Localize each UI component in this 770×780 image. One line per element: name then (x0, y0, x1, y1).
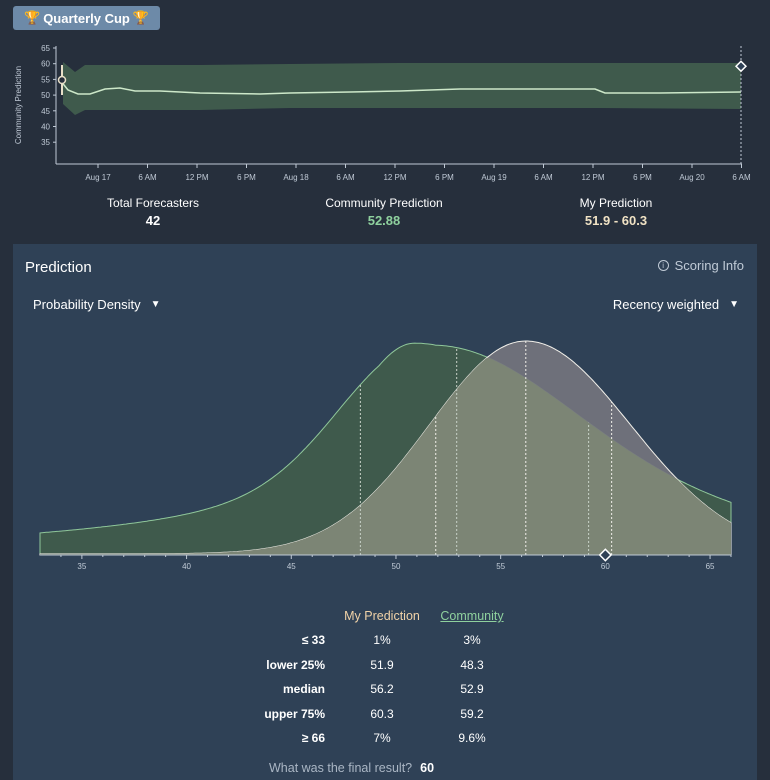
x-tick-label: Aug 17 (85, 173, 111, 182)
weighting-select[interactable]: Recency weighted ▼ (613, 297, 739, 312)
community-range-band (63, 62, 741, 115)
view-mode-select[interactable]: Probability Density ▼ (33, 297, 161, 312)
community-value: 9.6% (458, 731, 486, 745)
x-tick-label: Aug 19 (481, 173, 507, 182)
y-tick-label: 40 (41, 123, 50, 132)
x-tick-label: Aug 20 (679, 173, 705, 182)
trophy-icon: 🏆 (24, 10, 41, 25)
x-tick-label: 60 (601, 562, 610, 571)
community-prediction-value: 52.88 (367, 213, 401, 228)
y-tick-label: 35 (41, 138, 50, 147)
x-tick-label: 12 PM (383, 173, 406, 182)
table-row: upper 75% 60.3 59.2 (13, 707, 757, 727)
y-tick-label: 45 (41, 107, 50, 116)
my-value: 51.9 (370, 657, 394, 672)
density-chart[interactable]: 35 40 45 50 55 60 65 (13, 324, 757, 574)
x-tick-label: 12 PM (185, 173, 208, 182)
col-community[interactable]: Community (432, 609, 512, 623)
badge-label: Quarterly Cup (43, 10, 130, 26)
total-forecasters-value: 42 (145, 213, 161, 228)
x-tick-label: 6 PM (633, 173, 652, 182)
y-tick-label: 65 (41, 44, 50, 53)
view-mode-value: Probability Density (33, 297, 141, 312)
my-prediction-value: 51.9 - 60.3 (584, 213, 648, 228)
x-tick-label: 45 (287, 562, 296, 571)
x-tick-label: 12 PM (581, 173, 604, 182)
row-label: upper 75% (264, 706, 325, 721)
panel-title: Prediction (25, 259, 92, 276)
final-result-value: 60 (420, 761, 435, 775)
community-value: 48.3 (460, 657, 484, 672)
total-forecasters: Total Forecasters 42 (53, 196, 253, 228)
y-tick-label: 55 (41, 75, 50, 84)
x-tick-label: 55 (496, 562, 505, 571)
my-value: 60.3 (370, 706, 394, 721)
x-tick-label: 6 PM (237, 173, 256, 182)
row-label: lower 25% (266, 657, 325, 672)
chevron-down-icon: ▼ (150, 299, 161, 310)
my-prediction: My Prediction 51.9 - 60.3 (516, 196, 716, 228)
my-prediction-label: My Prediction (579, 196, 653, 210)
community-prediction: Community Prediction 52.88 (284, 196, 484, 228)
x-tick-label: 50 (392, 562, 401, 571)
x-tick-label: 65 (706, 562, 715, 571)
x-tick-label: 40 (182, 562, 191, 571)
final-result: What was the final result? 60 (269, 761, 434, 775)
x-tick-label: Aug 18 (283, 173, 309, 182)
table-row: median 56.2 52.9 (13, 682, 757, 702)
x-tick-label: 6 AM (336, 173, 355, 182)
community-history-chart[interactable]: Community Prediction 65 60 55 50 45 40 35 Aug … (0, 38, 770, 188)
table-row: lower 25% 51.9 48.3 (13, 658, 757, 678)
community-value: 3% (463, 633, 481, 647)
row-label: ≥ 66 (301, 731, 325, 745)
table-row: ≥ 66 7% 9.6% (13, 731, 757, 751)
scoring-info-link[interactable]: i Scoring Info (657, 258, 744, 273)
weighting-value: Recency weighted (612, 297, 720, 312)
community-value: 52.9 (460, 682, 484, 696)
col-my-prediction: My Prediction (344, 609, 420, 623)
x-tick-label: 6 AM (534, 173, 553, 182)
x-tick-label: 35 (77, 562, 86, 571)
y-tick-label: 50 (41, 91, 50, 100)
prediction-panel: Prediction i Scoring Info Probability De… (13, 244, 757, 780)
info-icon: i (657, 260, 669, 271)
my-value: 7% (373, 731, 391, 745)
my-value: 56.2 (370, 682, 394, 696)
chevron-down-icon: ▼ (729, 299, 739, 310)
my-prediction-marker[interactable] (57, 75, 67, 85)
community-value: 59.2 (460, 706, 484, 721)
total-forecasters-label: Total Forecasters (106, 196, 200, 210)
trophy-icon: 🏆 (132, 10, 150, 25)
row-label: median (282, 682, 325, 696)
y-tick-label: 60 (41, 60, 50, 69)
scoring-info-label: Scoring Info (674, 258, 744, 273)
final-result-question: What was the final result? (269, 761, 413, 775)
tournament-badge[interactable]: 🏆 Quarterly Cup 🏆 (13, 6, 161, 30)
x-tick-label: 6 PM (435, 173, 454, 182)
y-axis-label: Community Prediction (14, 66, 23, 144)
community-prediction-label: Community Prediction (325, 196, 443, 210)
x-tick-label: 6 AM (732, 173, 751, 182)
x-tick-label: 6 AM (138, 173, 157, 182)
my-value: 1% (373, 633, 391, 647)
row-label: ≤ 33 (301, 633, 325, 647)
table-row: ≤ 33 1% 3% (13, 633, 757, 653)
